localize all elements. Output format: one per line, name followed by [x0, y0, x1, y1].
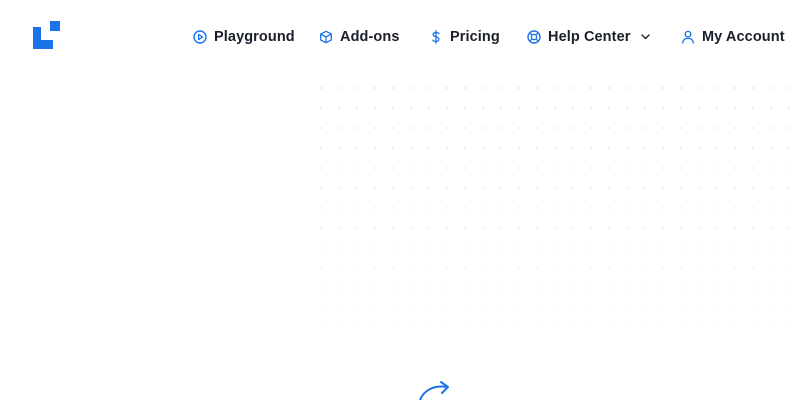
user-icon	[681, 30, 695, 44]
nav-item-label: My Account	[702, 29, 785, 45]
nav-item-label: Playground	[214, 29, 295, 45]
curved-arrow-icon	[419, 381, 449, 400]
nav-item-pricing[interactable]: Pricing	[429, 26, 500, 48]
nav-item-my-account[interactable]: My Account	[681, 26, 785, 48]
dollar-icon	[429, 30, 443, 44]
nav-item-label: Pricing	[450, 29, 500, 45]
nav-item-help-center[interactable]: Help Center	[527, 26, 650, 48]
dot-grid-background	[312, 78, 800, 364]
lifebuoy-icon	[527, 30, 541, 44]
nav-item-playground[interactable]: Playground	[193, 26, 295, 48]
play-circle-icon	[193, 30, 207, 44]
page: Playground Add-ons Pricing Help Center M…	[0, 0, 800, 400]
chevron-down-icon	[640, 32, 650, 42]
nav-item-label: Help Center	[548, 29, 631, 45]
nav-item-label: Add-ons	[340, 29, 400, 45]
nav-item-add-ons[interactable]: Add-ons	[319, 26, 400, 48]
main-nav: Playground Add-ons Pricing Help Center M…	[0, 26, 800, 48]
site-header: Playground Add-ons Pricing Help Center M…	[0, 0, 800, 74]
cube-icon	[319, 30, 333, 44]
